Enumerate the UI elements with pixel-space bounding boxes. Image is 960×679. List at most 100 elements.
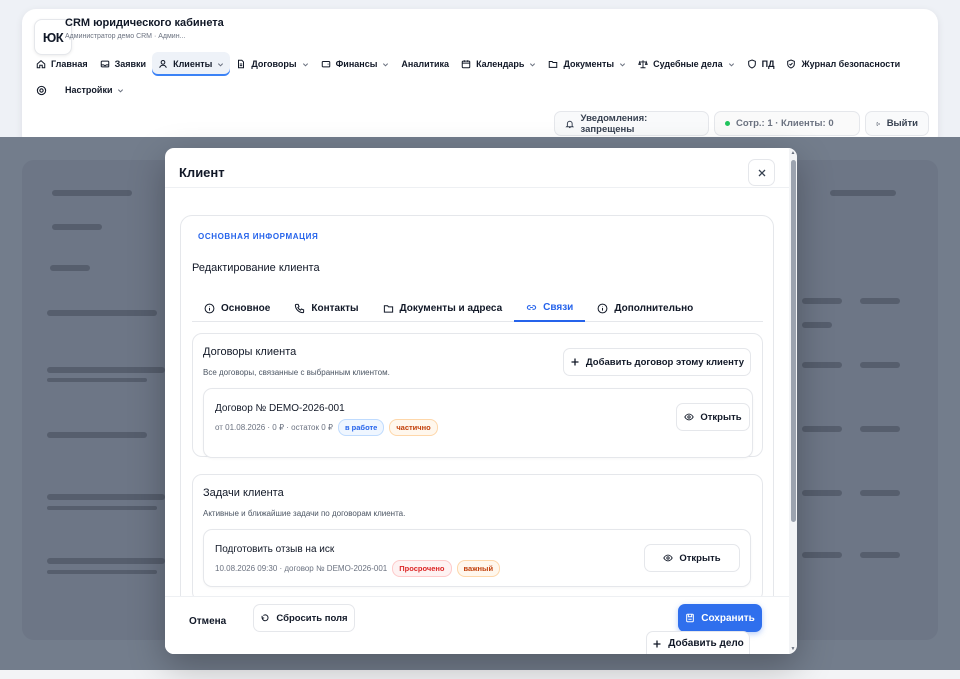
plus-icon <box>653 640 661 647</box>
priority-badge: важный <box>456 560 501 577</box>
add-contract-button[interactable]: Добавить договор этому клиенту <box>563 348 751 376</box>
save-button[interactable]: Сохранить <box>678 604 762 632</box>
chevron-down-icon <box>383 62 389 67</box>
calendar-icon <box>461 60 471 69</box>
logout-button[interactable]: Выйти <box>865 111 929 136</box>
eye-icon <box>684 413 695 421</box>
nav-item-pd[interactable]: ПД <box>741 52 781 76</box>
scroll-down-arrow[interactable]: ▼ <box>790 646 796 652</box>
status-indicator: Сотр.: 1 · Клиенты: 0 <box>714 111 860 136</box>
home-icon <box>36 59 46 69</box>
nav-item-settings[interactable]: Настройки <box>65 78 124 102</box>
modal-divider <box>165 187 789 188</box>
chevron-down-icon <box>218 62 224 67</box>
folder-icon <box>383 304 393 313</box>
tab-label: Основное <box>221 302 271 314</box>
tab-label: Дополнительно <box>614 302 694 314</box>
status-dot <box>725 121 730 126</box>
nav-item-home[interactable]: Главная <box>30 52 94 76</box>
close-button[interactable] <box>748 159 775 186</box>
client-modal: Клиент Основная информация Редактировани… <box>165 148 797 654</box>
nav-item-label: Заявки <box>114 59 147 69</box>
folder-icon <box>549 61 558 68</box>
nav-item-label: ПД <box>761 59 775 69</box>
scale-icon <box>638 60 648 69</box>
task-item: Подготовить отзыв на иск 10.08.2026 09:3… <box>203 529 751 587</box>
shield-check-icon <box>787 59 796 69</box>
tab-contacts[interactable]: Контакты <box>282 294 370 322</box>
tab-label: Связи <box>543 301 574 313</box>
open-task-button[interactable]: Открыть <box>644 544 740 572</box>
nav-item-label: Судебные дела <box>653 59 723 69</box>
add-case-button[interactable]: Добавить дело <box>646 631 750 654</box>
cancel-button[interactable]: Отмена <box>189 616 226 627</box>
nav-item-documents[interactable]: Документы <box>542 52 632 76</box>
app-header: ЮК CRM юридического кабинета Администрат… <box>22 9 938 149</box>
tasks-description: Активные и ближайшие задачи по договорам… <box>203 509 406 518</box>
logout-icon <box>876 121 881 126</box>
reset-icon <box>261 614 269 622</box>
app-title: CRM юридического кабинета <box>65 17 224 29</box>
tab-documents-addresses[interactable]: Документы и адреса <box>371 294 515 322</box>
nav-item-finance[interactable]: Финансы <box>315 52 396 76</box>
contracts-panel: Договоры клиента Все договоры, связанные… <box>192 333 763 458</box>
section-heading: Редактирование клиента <box>192 262 320 274</box>
overdue-badge: Просрочено <box>392 560 452 577</box>
contract-item: Договор № DEMO-2026-001 от 01.08.2026 · … <box>203 388 753 458</box>
app-subtitle: Администратор демо CRM · Админ... <box>65 33 186 40</box>
target-icon[interactable] <box>36 85 47 96</box>
reset-fields-button[interactable]: Сбросить поля <box>253 604 355 632</box>
nav-item-label: Главная <box>51 59 88 69</box>
notifications-label: Уведомления: запрещены <box>580 112 648 135</box>
info-icon <box>597 303 608 313</box>
nav-item-label: Календарь <box>476 59 525 69</box>
main-nav: Главная Заявки Клиенты Договоры Финансы … <box>30 52 906 76</box>
chevron-down-icon <box>302 62 308 67</box>
tasks-panel: Задачи клиента Активные и ближайшие зада… <box>192 474 763 602</box>
wallet-icon <box>321 60 330 68</box>
inbox-icon <box>100 60 109 68</box>
payment-badge: частично <box>389 419 438 436</box>
nav-item-requests[interactable]: Заявки <box>94 52 152 76</box>
task-meta-text: 10.08.2026 09:30 · договор № DEMO-2026-0… <box>215 564 388 573</box>
chevron-down-icon <box>728 62 734 67</box>
tab-label: Контакты <box>311 302 359 314</box>
modal-footer: Отмена Сбросить поля Сохранить Добавить … <box>165 596 789 654</box>
contract-meta-text: от 01.08.2026 · 0 ₽ · остаток 0 ₽ <box>215 423 333 432</box>
info-icon <box>204 303 215 313</box>
link-icon <box>526 304 537 310</box>
status-label: Сотр.: 1 · Клиенты: 0 <box>736 118 834 129</box>
file-icon <box>238 59 245 69</box>
tab-main[interactable]: Основное <box>192 294 282 322</box>
open-label: Открыть <box>700 411 742 423</box>
open-contract-button[interactable]: Открыть <box>676 403 750 431</box>
notifications-button[interactable]: Уведомления: запрещены <box>554 111 709 136</box>
task-meta: 10.08.2026 09:30 · договор № DEMO-2026-0… <box>215 560 501 577</box>
tasks-title: Задачи клиента <box>203 487 284 499</box>
nav-item-label: Договоры <box>251 59 297 69</box>
contracts-description: Все договоры, связанные с выбранным клие… <box>203 368 390 377</box>
nav-item-court-cases[interactable]: Судебные дела <box>632 52 741 76</box>
nav-item-label: Клиенты <box>173 59 213 69</box>
tab-additional[interactable]: Дополнительно <box>585 294 705 322</box>
logout-label: Выйти <box>886 118 918 129</box>
scroll-thumb[interactable] <box>791 160 796 522</box>
nav-item-analytics[interactable]: Аналитика <box>395 52 455 76</box>
modal-scrollbar[interactable]: ▲ ▼ <box>789 148 797 654</box>
shield-icon <box>747 59 756 69</box>
eye-icon <box>663 554 674 562</box>
nav-item-security-log[interactable]: Журнал безопасности <box>780 52 906 76</box>
tab-label: Документы и адреса <box>399 302 503 314</box>
scroll-up-arrow[interactable]: ▲ <box>790 150 796 156</box>
tab-links[interactable]: Связи <box>514 294 586 322</box>
add-contract-label: Добавить договор этому клиенту <box>585 356 745 368</box>
nav-item-calendar[interactable]: Календарь <box>455 52 542 76</box>
nav-item-clients[interactable]: Клиенты <box>152 52 231 76</box>
section-tag: Основная информация <box>198 232 319 241</box>
nav-item-contracts[interactable]: Договоры <box>230 52 314 76</box>
close-icon <box>758 169 765 176</box>
save-label: Сохранить <box>701 612 755 624</box>
phone-icon <box>295 303 305 313</box>
plus-icon <box>571 358 579 366</box>
chevron-down-icon <box>530 62 536 67</box>
